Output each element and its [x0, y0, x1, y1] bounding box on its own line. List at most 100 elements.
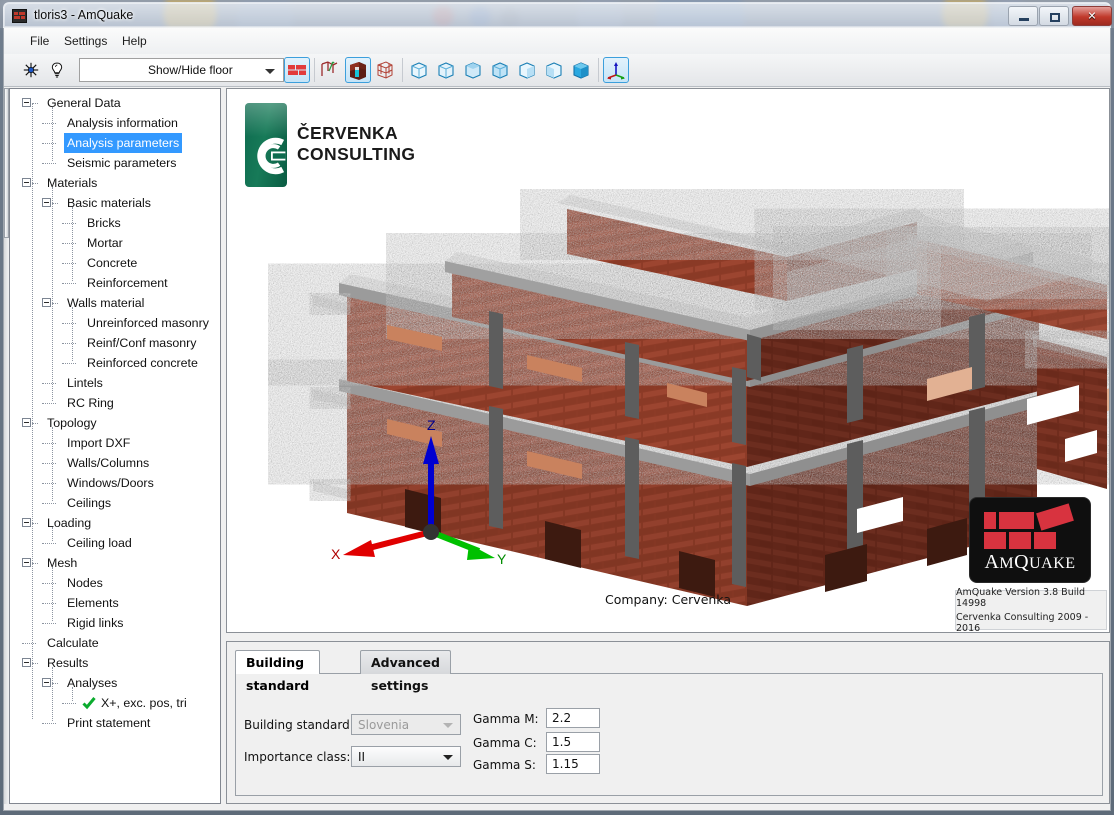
menu-file[interactable]: File — [22, 32, 57, 50]
tree-item-unreinforced-masonry[interactable]: Unreinforced masonry — [10, 313, 220, 333]
minimize-button[interactable] — [1008, 6, 1038, 26]
logo-line-1: ČERVENKA — [297, 123, 399, 143]
tree-item-bricks[interactable]: Bricks — [10, 213, 220, 233]
tree-item-concrete[interactable]: Concrete — [10, 253, 220, 273]
show-walls-button[interactable] — [284, 57, 310, 83]
tree-guide-line — [52, 187, 53, 401]
tree-guide-line — [72, 687, 73, 701]
tree-item-rigid-links[interactable]: Rigid links — [10, 613, 220, 633]
tree-item-label: Calculate — [47, 636, 99, 650]
tree-connector — [42, 543, 56, 544]
tree-item-analysis-run[interactable]: X+, exc. pos, tri — [10, 693, 220, 713]
view-front-button[interactable] — [407, 57, 433, 83]
floor-visibility-combobox[interactable]: Show/Hide floor — [79, 58, 284, 82]
tree-item-seismic-parameters[interactable]: Seismic parameters — [10, 153, 220, 173]
tree-item-reinf-conf-masonry[interactable]: Reinf/Conf masonry — [10, 333, 220, 353]
tree-item-reinforcement[interactable]: Reinforcement — [10, 273, 220, 293]
tree-connector — [22, 643, 36, 644]
tree-item-topology[interactable]: Topology — [10, 413, 220, 433]
model-viewport[interactable]: ČERVENKA CONSULTING Z X Y Company: Cerve… — [226, 88, 1110, 633]
tree-expander-icon[interactable] — [22, 558, 31, 567]
tree-connector — [42, 503, 56, 504]
version-line-2: Cervenka Consulting 2009 - 2016 — [956, 611, 1089, 633]
tree-item-lintels[interactable]: Lintels — [10, 373, 220, 393]
tree-item-general-data[interactable]: General Data — [10, 93, 220, 113]
building-standard-label: Building standard: — [244, 718, 354, 732]
tree-item-calculate[interactable]: Calculate — [10, 633, 220, 653]
gamma-s-input[interactable]: 1.15 — [546, 754, 600, 774]
axis-label-z: Z — [427, 417, 436, 433]
tree-item-results[interactable]: Results — [10, 653, 220, 673]
tree-connector — [42, 623, 56, 624]
tree-expander-icon[interactable] — [42, 198, 51, 207]
tree-item-basic-materials[interactable]: Basic materials — [10, 193, 220, 213]
tab-advanced-settings[interactable]: Advanced settings — [360, 650, 451, 693]
brick-wall-icon — [288, 65, 306, 75]
tree-expander-icon[interactable] — [22, 518, 31, 527]
tree-item-rc-ring[interactable]: RC Ring — [10, 393, 220, 413]
view-back-button[interactable] — [434, 57, 460, 83]
tree-connector — [62, 223, 76, 224]
close-button[interactable]: ✕ — [1072, 6, 1112, 26]
tree-expander-icon[interactable] — [42, 298, 51, 307]
tab-building-standard[interactable]: Building standard — [235, 650, 321, 693]
importance-class-combobox[interactable]: II — [351, 746, 461, 767]
tree-expander-icon[interactable] — [42, 678, 51, 687]
tree-expander-icon[interactable] — [22, 418, 31, 427]
tree-guide-line — [32, 103, 33, 719]
tree-item-label: RC Ring — [67, 396, 114, 410]
close-icon: ✕ — [1087, 9, 1097, 23]
tree-item-mortar[interactable]: Mortar — [10, 233, 220, 253]
tree-item-analysis-information[interactable]: Analysis information — [10, 113, 220, 133]
show-solid-model-button[interactable] — [345, 57, 371, 83]
gamma-c-input[interactable]: 1.5 — [546, 732, 600, 752]
menu-settings[interactable]: Settings — [56, 32, 115, 50]
importance-class-label: Importance class: — [244, 750, 351, 764]
window-title: tloris3 - AmQuake — [34, 8, 134, 22]
view-iso-button[interactable] — [569, 57, 595, 83]
menu-help[interactable]: Help — [114, 32, 155, 50]
tree-expander-icon[interactable] — [22, 178, 31, 187]
tree-item-ceilings[interactable]: Ceilings — [10, 493, 220, 513]
tree-item-label: Rigid links — [67, 616, 124, 630]
view-top-button[interactable] — [461, 57, 487, 83]
tree-connector — [62, 243, 76, 244]
show-graph-button[interactable] — [318, 57, 344, 83]
lightbulb-icon[interactable] — [48, 61, 66, 79]
view-right-button[interactable] — [542, 57, 568, 83]
tree-connector — [42, 143, 56, 144]
axis-triad-icon — [607, 62, 625, 80]
tree-expander-icon[interactable] — [22, 658, 31, 667]
tree-item-walls-columns[interactable]: Walls/Columns — [10, 453, 220, 473]
status-check-icon — [82, 697, 96, 710]
tree-item-label: Print statement — [67, 716, 151, 730]
tree-item-nodes[interactable]: Nodes — [10, 573, 220, 593]
show-wireframe-button[interactable] — [373, 57, 399, 83]
gamma-m-input[interactable]: 2.2 — [546, 708, 600, 728]
navigation-tree-panel[interactable]: General Data Analysis information Analysis… — [9, 88, 221, 804]
properties-panel: Building standard Advanced settings Buil… — [226, 641, 1110, 804]
tree-item-materials[interactable]: Materials — [10, 173, 220, 193]
view-left-button[interactable] — [515, 57, 541, 83]
tree-item-print-statement[interactable]: Print statement — [10, 713, 220, 733]
tree-item-analysis-parameters[interactable]: Analysis parameters — [10, 133, 220, 153]
tree-item-walls-material[interactable]: Walls material — [10, 293, 220, 313]
tree-item-loading[interactable]: Loading — [10, 513, 220, 533]
view-bottom-button[interactable] — [488, 57, 514, 83]
maximize-button[interactable] — [1039, 6, 1069, 26]
tree-item-elements[interactable]: Elements — [10, 593, 220, 613]
sun-light-icon[interactable] — [22, 62, 40, 78]
building-standard-combobox[interactable]: Slovenia — [351, 714, 461, 735]
axis-orientation-button[interactable] — [603, 57, 629, 83]
tree-item-label: Reinforcement — [87, 276, 168, 290]
solid-cube-icon — [350, 62, 366, 80]
tree-item-label: Windows/Doors — [67, 476, 154, 490]
tree-item-ceiling-load[interactable]: Ceiling load — [10, 533, 220, 553]
tree-item-import-dxf[interactable]: Import DXF — [10, 433, 220, 453]
tree-item-mesh[interactable]: Mesh — [10, 553, 220, 573]
tree-item-windows-doors[interactable]: Windows/Doors — [10, 473, 220, 493]
tree-expander-icon[interactable] — [22, 98, 31, 107]
tree-item-reinforced-concrete[interactable]: Reinforced concrete — [10, 353, 220, 373]
logo-line-2: CONSULTING — [297, 144, 416, 164]
tree-item-analyses[interactable]: Analyses — [10, 673, 220, 693]
